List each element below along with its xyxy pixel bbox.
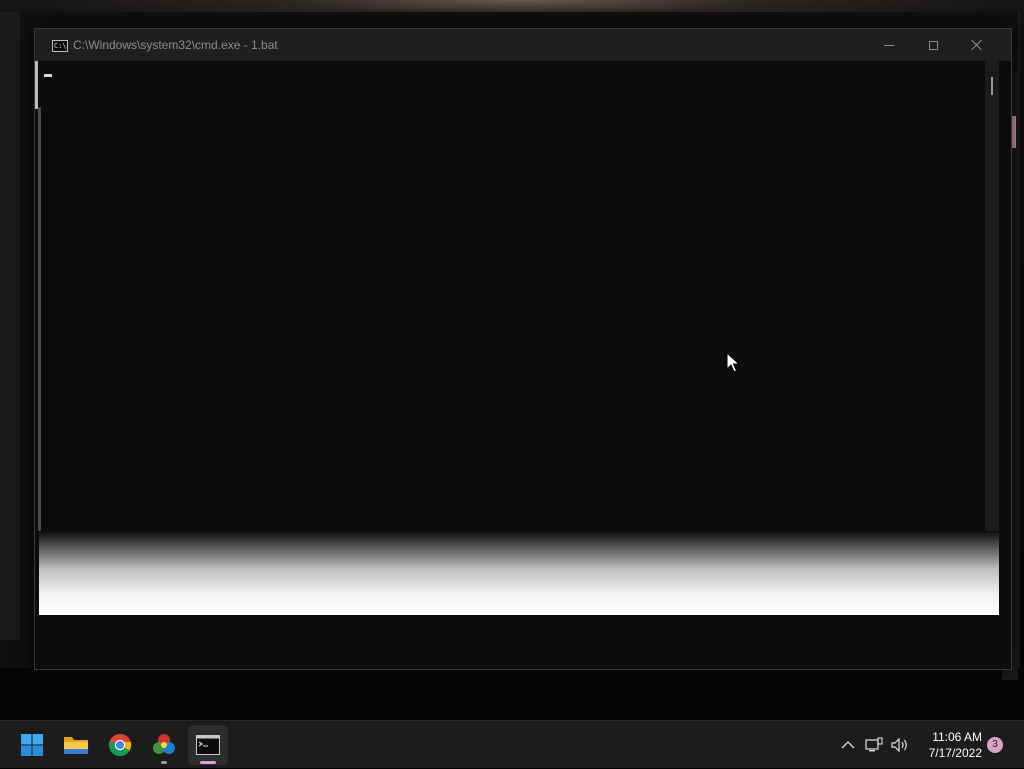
- windows-logo-icon: [21, 734, 43, 756]
- title-bar[interactable]: C:\ C:\Windows\system32\cmd.exe - 1.bat: [35, 29, 1011, 61]
- minimize-icon: [884, 44, 894, 46]
- vertical-scrollbar[interactable]: [985, 61, 999, 531]
- taskbar: 11:06 AM 7/17/2022 3: [0, 720, 1024, 768]
- volume-button[interactable]: [890, 735, 910, 755]
- start-button[interactable]: [12, 725, 52, 765]
- running-indicator: [161, 761, 167, 764]
- maximize-icon: [928, 40, 938, 50]
- console-bottom-area: [39, 615, 999, 667]
- command-prompt-button[interactable]: [188, 725, 228, 765]
- window-title: C:\Windows\system32\cmd.exe - 1.bat: [73, 38, 278, 52]
- close-icon: [971, 39, 983, 51]
- color-app-button[interactable]: [144, 725, 184, 765]
- scrollbar-thumb[interactable]: [991, 77, 993, 95]
- chrome-icon: [108, 733, 132, 756]
- text-cursor: [44, 74, 52, 77]
- desktop: C:\ C:\Windows\system32\cmd.exe - 1.bat: [0, 0, 1024, 720]
- network-button[interactable]: [864, 735, 884, 755]
- console-output[interactable]: [35, 61, 985, 531]
- mouse-pointer-icon: [726, 352, 740, 373]
- speaker-icon: [891, 737, 907, 753]
- cmd-window[interactable]: C:\ C:\Windows\system32\cmd.exe - 1.bat: [34, 28, 1012, 670]
- color-wheel-icon: [153, 734, 175, 754]
- chevron-up-icon: [841, 741, 855, 749]
- show-hidden-icons-button[interactable]: [838, 735, 858, 755]
- folder-icon: [64, 737, 88, 754]
- background-window-edge: [0, 12, 20, 640]
- cmd-app-icon[interactable]: C:\: [52, 40, 68, 52]
- rendering-artifact-band: [39, 531, 999, 615]
- minimize-button[interactable]: [867, 29, 911, 61]
- active-indicator: [200, 761, 216, 764]
- network-icon: [865, 737, 883, 752]
- clock-date: 7/17/2022: [928, 746, 982, 760]
- file-explorer-button[interactable]: [56, 725, 96, 765]
- cmd-app-icon-glyph: C:\: [54, 42, 67, 50]
- clock[interactable]: 11:06 AM 7/17/2022: [918, 729, 982, 761]
- clock-time: 11:06 AM: [932, 730, 982, 744]
- close-button[interactable]: [955, 29, 999, 61]
- cmd-icon: [196, 735, 220, 755]
- notification-badge[interactable]: 3: [987, 737, 1003, 753]
- maximize-button[interactable]: [911, 29, 955, 61]
- console-left-marker: [35, 61, 38, 109]
- console-left-border: [38, 107, 41, 531]
- chrome-button[interactable]: [100, 725, 140, 765]
